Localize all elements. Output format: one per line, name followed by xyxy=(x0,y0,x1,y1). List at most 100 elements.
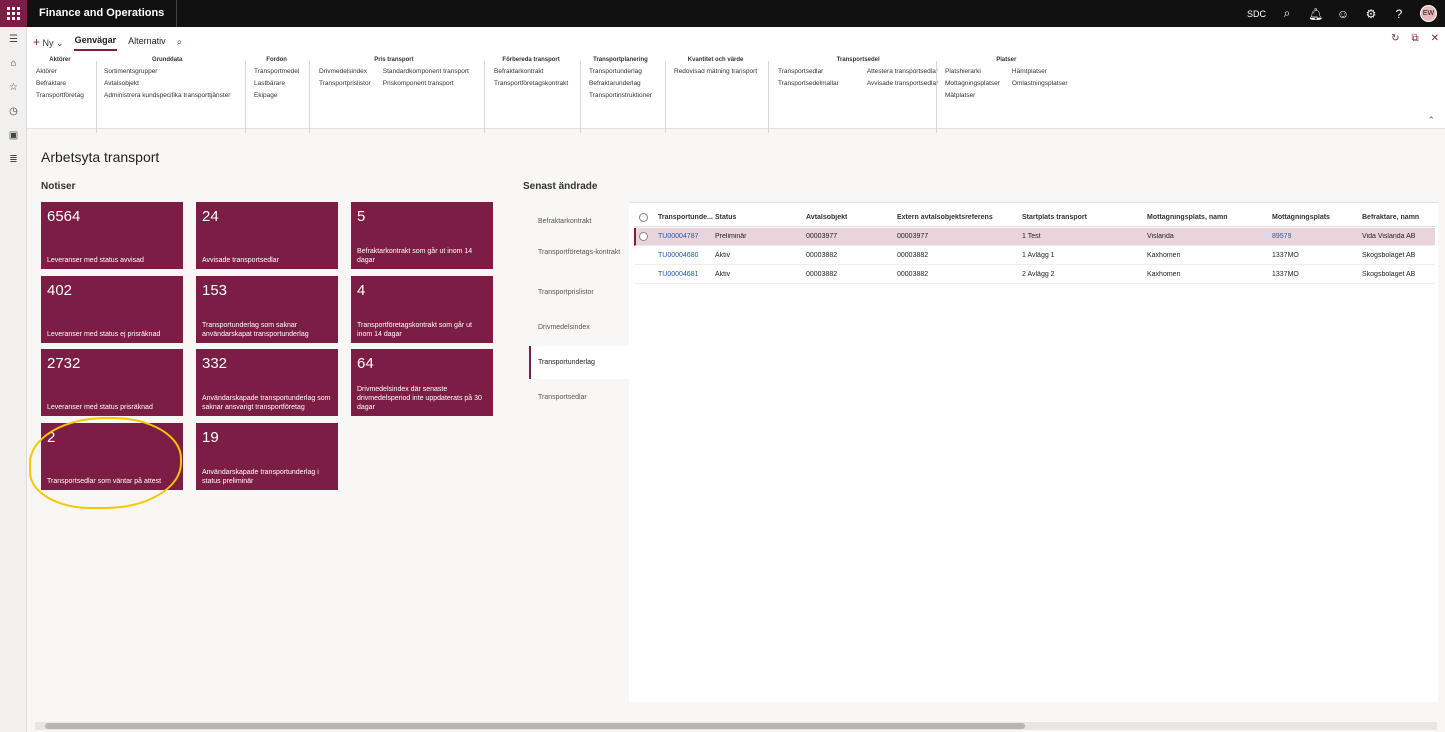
table-row[interactable]: TU00004680 Aktiv 00003882 00003882 1 Avl… xyxy=(634,247,1435,265)
recent-nav-item[interactable]: Transportsedlar xyxy=(529,393,629,402)
home-icon[interactable]: ⌂ xyxy=(0,51,27,75)
link-standardkomponent-transport[interactable]: Standardkomponent transport xyxy=(383,68,469,75)
close-icon[interactable]: ✕ xyxy=(1431,33,1439,44)
tile-label: Användarskapade transportunderlag i stat… xyxy=(202,469,319,485)
scrollbar-thumb[interactable] xyxy=(45,723,1025,729)
horizontal-scrollbar[interactable] xyxy=(35,722,1437,730)
cell: Vida Vislanda AB xyxy=(1362,233,1416,240)
group-title: Aktörer xyxy=(49,57,71,63)
tile[interactable]: 19 Användarskapade transportunderlag i s… xyxy=(196,423,338,490)
link-platshierarki[interactable]: Platshierarki xyxy=(945,68,1000,75)
workspace-icon[interactable]: ▣ xyxy=(0,123,27,147)
link-befraktarunderlag[interactable]: Befraktarunderlag xyxy=(589,80,652,87)
link-lastbarare[interactable]: Lastbärare xyxy=(254,80,299,87)
col-header[interactable]: Befraktare, namn xyxy=(1362,214,1419,221)
col-header[interactable]: Mottagningsplats xyxy=(1272,214,1330,221)
app-title[interactable]: Finance and Operations xyxy=(27,0,178,27)
col-header[interactable]: Mottagningsplats, namn xyxy=(1147,214,1228,221)
menu-icon[interactable]: ☰ xyxy=(0,27,27,51)
collapse-chevron-icon[interactable]: ⌃ xyxy=(1427,115,1435,126)
search-icon[interactable]: ⌕ xyxy=(177,37,183,48)
link-befraktare[interactable]: Befraktare xyxy=(36,80,84,87)
tile[interactable]: 2732 Leveranser med status prisräknad xyxy=(41,349,183,416)
clock-icon[interactable]: ◷ xyxy=(0,99,27,123)
link-attestera-transportsedlar[interactable]: Attestera transportsedlar xyxy=(867,68,938,75)
help-icon[interactable]: ? xyxy=(1392,7,1406,21)
link-avtalsobjekt[interactable]: Avtalsobjekt xyxy=(104,80,230,87)
link-transportforetag[interactable]: Transportföretag xyxy=(36,92,84,99)
tab-alternativ[interactable]: Alternativ xyxy=(127,34,167,50)
cell-link[interactable]: TU00004787 xyxy=(658,233,698,240)
group-title: Platser xyxy=(996,57,1017,63)
link-aktorer[interactable]: Aktörer xyxy=(36,68,84,75)
cell-link[interactable]: TU00004681 xyxy=(658,271,698,278)
tile-label: Transportföretagskontrakt som går ut ino… xyxy=(357,322,472,338)
gear-icon[interactable]: ⚙ xyxy=(1364,7,1378,21)
link-sortimentsgrupper[interactable]: Sortimentsgrupper xyxy=(104,68,230,75)
link-transportforetagskontrakt[interactable]: Transportföretagskontrakt xyxy=(494,80,568,87)
link-avvisade-transportsedlar[interactable]: Avvisade transportsedlar xyxy=(867,80,938,87)
tile[interactable]: 153 Transportunderlag som saknar använda… xyxy=(196,276,338,343)
tile-label: Leveranser med status prisräknad xyxy=(47,404,153,411)
link-transportinstruktioner[interactable]: Transportinstruktioner xyxy=(589,92,652,99)
search-icon[interactable]: ⌕ xyxy=(1280,6,1294,21)
cell-link[interactable]: 89579 xyxy=(1272,233,1291,240)
link-transportprislistor[interactable]: Transportprislistor xyxy=(319,80,371,87)
refresh-icon[interactable]: ↻ xyxy=(1391,33,1399,44)
col-header[interactable]: Status xyxy=(715,214,736,221)
tile[interactable]: 402 Leveranser med status ej prisräknad xyxy=(41,276,183,343)
link-priskomponent-transport[interactable]: Priskomponent transport xyxy=(383,80,469,87)
col-header[interactable]: Startplats transport xyxy=(1022,214,1087,221)
col-header[interactable]: Avtalsobjekt xyxy=(806,214,847,221)
link-transportsedelmallar[interactable]: Transportsedelmallar xyxy=(778,80,839,87)
select-all-radio[interactable] xyxy=(639,213,648,222)
link-hamtplatser[interactable]: Hämtplatser xyxy=(1012,68,1068,75)
grid-header-row: Transportunde... Status Avtalsobjekt Ext… xyxy=(634,209,1435,227)
smiley-icon[interactable]: ☺ xyxy=(1336,7,1350,21)
link-transportmedel[interactable]: Transportmedel xyxy=(254,68,299,75)
col-header[interactable]: Transportunde... xyxy=(658,214,713,221)
recent-nav-item[interactable]: Drivmedelsindex xyxy=(529,323,629,332)
top-bar: Finance and Operations SDC ⌕ 🔔︎ ☺ ⚙ ? EW xyxy=(0,0,1445,27)
tile[interactable]: 4 Transportföretagskontrakt som går ut i… xyxy=(351,276,493,343)
link-befraktarkontrakt[interactable]: Befraktarkontrakt xyxy=(494,68,568,75)
recent-nav-item-active[interactable]: Transportunderlag xyxy=(529,346,629,379)
group-grunddata: Grunddata Sortimentsgrupper Avtalsobjekt… xyxy=(104,57,230,99)
link-kundspecifika-transporttjanster[interactable]: Administrera kundspecifika transporttjän… xyxy=(104,92,230,99)
open-new-window-icon[interactable]: ⧉ xyxy=(1411,33,1418,44)
recent-nav-item[interactable]: Transportprislistor xyxy=(529,288,629,297)
recent-nav-item[interactable]: Transportföretags-kontrakt xyxy=(529,248,629,257)
list-icon[interactable]: ≣ xyxy=(0,147,27,171)
app-launcher-button[interactable] xyxy=(0,0,27,27)
link-redovisad-matning-transport[interactable]: Redovisad mätning transport xyxy=(674,68,757,75)
col-header[interactable]: Extern avtalsobjektsreferens xyxy=(897,214,993,221)
tab-genvagar[interactable]: Genvägar xyxy=(73,33,118,51)
link-omlastningsplatser[interactable]: Omlastningsplatser xyxy=(1012,80,1068,87)
chevron-down-icon: ⌄ xyxy=(56,38,64,48)
company-picker[interactable]: SDC xyxy=(1247,9,1266,19)
link-ekipage[interactable]: Ekipage xyxy=(254,92,299,99)
link-mottagningsplatser[interactable]: Mottagningsplatser xyxy=(945,80,1000,87)
cell-link[interactable]: TU00004680 xyxy=(658,252,698,259)
new-button-label: Ny xyxy=(42,38,54,48)
link-matplatser[interactable]: Mätplatser xyxy=(945,92,1000,99)
recent-nav-item[interactable]: Befraktarkontrakt xyxy=(529,217,629,226)
tile[interactable]: 24 Avvisade transportsedlar xyxy=(196,202,338,269)
star-icon[interactable]: ☆ xyxy=(0,75,27,99)
row-select-radio[interactable] xyxy=(639,232,648,241)
bell-icon[interactable]: 🔔︎ xyxy=(1308,7,1323,21)
table-row[interactable]: TU00004787 Preliminär 00003977 00003977 … xyxy=(634,228,1435,246)
tile[interactable]: 64 Drivmedelsindex där senaste drivmedel… xyxy=(351,349,493,416)
link-transportsedlar[interactable]: Transportsedlar xyxy=(778,68,839,75)
link-drivmedelsindex[interactable]: Drivmedelsindex xyxy=(319,68,371,75)
tile[interactable]: 5 Befraktarkontrakt som går ut inom 14 d… xyxy=(351,202,493,269)
new-button[interactable]: + Ny ⌄ xyxy=(33,35,64,49)
tile[interactable]: 332 Användarskapade transportunderlag so… xyxy=(196,349,338,416)
link-transportunderlag[interactable]: Transportunderlag xyxy=(589,68,652,75)
yellow-highlight-annotation xyxy=(29,417,182,509)
avatar[interactable]: EW xyxy=(1420,5,1437,22)
tile[interactable]: 6564 Leveranser med status avvisad xyxy=(41,202,183,269)
group-aktorer: Aktörer Aktörer Befraktare Transportföre… xyxy=(36,57,84,99)
group-transportsedel: Transportsedel Transportsedlar Transport… xyxy=(778,57,938,87)
table-row[interactable]: TU00004681 Aktiv 00003882 00003882 2 Avl… xyxy=(634,266,1435,284)
